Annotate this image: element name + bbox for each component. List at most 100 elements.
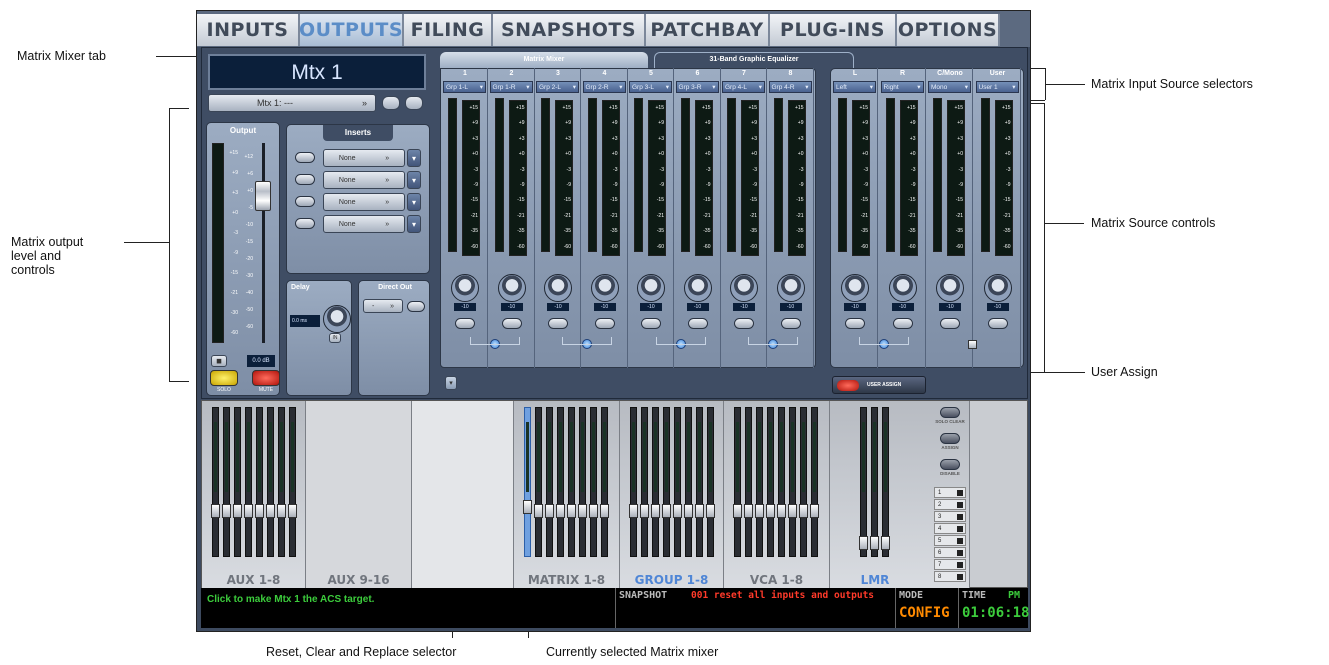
scale-tick: -3: [520, 166, 525, 173]
mini-fader-cap: [578, 504, 587, 518]
mini-meter: [291, 422, 294, 492]
input-source-selector[interactable]: Grp 1-L ▾: [443, 81, 486, 93]
tab-snapshots[interactable]: SNAPSHOTS: [493, 14, 646, 46]
stereo-link-icon[interactable]: [968, 340, 977, 349]
source-level-knob[interactable]: [544, 274, 572, 302]
insert-slot[interactable]: None »: [323, 149, 405, 167]
source-meter-scale: +15 +9 +3 +0 -3 -9 -15 -21 -35 -60: [462, 100, 480, 257]
tab-patchbay[interactable]: PATCHBAY: [646, 14, 770, 46]
output-fader[interactable]: [255, 181, 271, 211]
delay-knob[interactable]: [323, 305, 351, 333]
snapshot-text[interactable]: 001 reset all inputs and outputs: [691, 590, 874, 601]
vca-number-cell[interactable]: 5: [934, 535, 966, 546]
reset-clear-replace-selector[interactable]: ▾: [445, 376, 457, 390]
source-on-button[interactable]: [940, 318, 960, 329]
source-level-knob[interactable]: [730, 274, 758, 302]
fader-bank[interactable]: AUX 9-16: [306, 401, 412, 589]
source-level-knob[interactable]: [841, 274, 869, 302]
insert-slot[interactable]: None »: [323, 193, 405, 211]
source-level-knob[interactable]: [497, 274, 526, 302]
input-source-selector[interactable]: Right ▾: [880, 81, 924, 93]
input-source-selector[interactable]: Grp 4-R ▾: [768, 81, 812, 93]
input-source-selector[interactable]: Left ▾: [833, 81, 876, 93]
source-on-button[interactable]: [892, 318, 913, 329]
fader-bank[interactable]: AUX 1-8: [202, 401, 306, 589]
vca-number-cell[interactable]: 4: [934, 523, 966, 534]
fader-bank[interactable]: GROUP 1-8: [620, 401, 724, 589]
solo-button[interactable]: [210, 370, 238, 386]
fader-bank[interactable]: VCA 1-8: [724, 401, 830, 589]
input-source-selector[interactable]: Grp 4-L ▾: [722, 81, 765, 93]
insert-slot[interactable]: None »: [323, 171, 405, 189]
input-source-selector[interactable]: Grp 1-R ▾: [489, 81, 533, 93]
vca-number-cell[interactable]: 8: [934, 571, 966, 582]
input-source-selector[interactable]: User 1 ▾: [975, 81, 1019, 93]
source-on-button[interactable]: [594, 318, 615, 329]
vca-indicator: [957, 526, 963, 532]
source-selector[interactable]: Mtx 1: --- »: [208, 94, 376, 112]
input-source-selector[interactable]: Grp 3-L ▾: [629, 81, 672, 93]
chevron-down-icon[interactable]: ▾: [407, 149, 421, 167]
user-assign-button[interactable]: USER ASSIGN: [832, 376, 926, 394]
mute-button[interactable]: [252, 370, 280, 386]
input-source-selector[interactable]: Grp 2-L ▾: [536, 81, 579, 93]
source-on-button[interactable]: [734, 318, 754, 329]
lock-button[interactable]: [405, 96, 423, 110]
source-level-knob[interactable]: [936, 274, 964, 302]
source-on-button[interactable]: [687, 318, 708, 329]
source-on-button[interactable]: [501, 318, 522, 329]
vca-number-cell[interactable]: 2: [934, 499, 966, 510]
source-level-knob[interactable]: [683, 274, 712, 302]
chevron-down-icon[interactable]: ▾: [407, 193, 421, 211]
input-source-selector[interactable]: Mono ▾: [928, 81, 971, 93]
input-source-label: Right: [883, 83, 899, 91]
source-on-button[interactable]: [641, 318, 661, 329]
source-level-knob[interactable]: [590, 274, 619, 302]
mini-fader-strip: [589, 407, 598, 557]
tab-options[interactable]: OPTIONS: [897, 14, 1000, 46]
vca-number-cell[interactable]: 1: [934, 487, 966, 498]
insert-slot[interactable]: None »: [323, 215, 405, 233]
source-level-knob[interactable]: [776, 274, 805, 302]
input-source-selector[interactable]: Grp 3-R ▾: [675, 81, 719, 93]
source-level-knob[interactable]: [983, 274, 1012, 302]
fader-bank[interactable]: MATRIX 1-8: [514, 401, 620, 589]
disable-button[interactable]: [940, 459, 960, 470]
assign-button[interactable]: [940, 433, 960, 444]
source-on-button[interactable]: [987, 318, 1008, 329]
meter-reset-button[interactable]: ◼: [211, 355, 227, 367]
vca-number-cell[interactable]: 3: [934, 511, 966, 522]
delay-in-button[interactable]: IN: [329, 333, 341, 343]
chevron-down-icon[interactable]: ▾: [407, 171, 421, 189]
vca-number-cell[interactable]: 6: [934, 547, 966, 558]
tab-matrix-mixer[interactable]: Matrix Mixer: [440, 52, 648, 68]
direct-out-toggle[interactable]: [407, 301, 425, 312]
tab-graphic-eq[interactable]: 31-Band Graphic Equalizer: [654, 52, 854, 68]
insert-bypass-button[interactable]: [295, 218, 315, 229]
direct-out-selector[interactable]: -»: [363, 299, 403, 313]
source-on-button[interactable]: [845, 318, 865, 329]
solo-clear-button[interactable]: [940, 407, 960, 418]
insert-bypass-button[interactable]: [295, 196, 315, 207]
fader-bank[interactable]: [412, 401, 514, 589]
tab-inputs[interactable]: INPUTS: [197, 14, 300, 46]
scale-tick: -5: [248, 205, 253, 211]
source-level-knob[interactable]: [451, 274, 479, 302]
tab-filing[interactable]: FILING: [404, 14, 493, 46]
vca-number-cell[interactable]: 7: [934, 559, 966, 570]
insert-bypass-button[interactable]: [295, 174, 315, 185]
source-on-button[interactable]: [548, 318, 568, 329]
source-level-knob[interactable]: [637, 274, 665, 302]
chevron-down-icon[interactable]: ▾: [407, 215, 421, 233]
channel-name-display[interactable]: Mtx 1: [208, 54, 426, 90]
source-on-button[interactable]: [455, 318, 475, 329]
tab-outputs[interactable]: OUTPUTS: [299, 14, 404, 46]
tab-plug-ins[interactable]: PLUG-INS: [770, 14, 897, 46]
source-on-button[interactable]: [780, 318, 801, 329]
chevron-right-icon: »: [361, 98, 367, 108]
insert-bypass-button[interactable]: [295, 152, 315, 163]
input-source-selector[interactable]: Grp 2-R ▾: [582, 81, 626, 93]
source-level-knob[interactable]: [888, 274, 917, 302]
fader-bank[interactable]: SOLO CLEAR ASSIGN DISABLE 1 2 3 4 5 6 7 8 LMR: [830, 401, 970, 589]
safe-button[interactable]: [382, 96, 400, 110]
